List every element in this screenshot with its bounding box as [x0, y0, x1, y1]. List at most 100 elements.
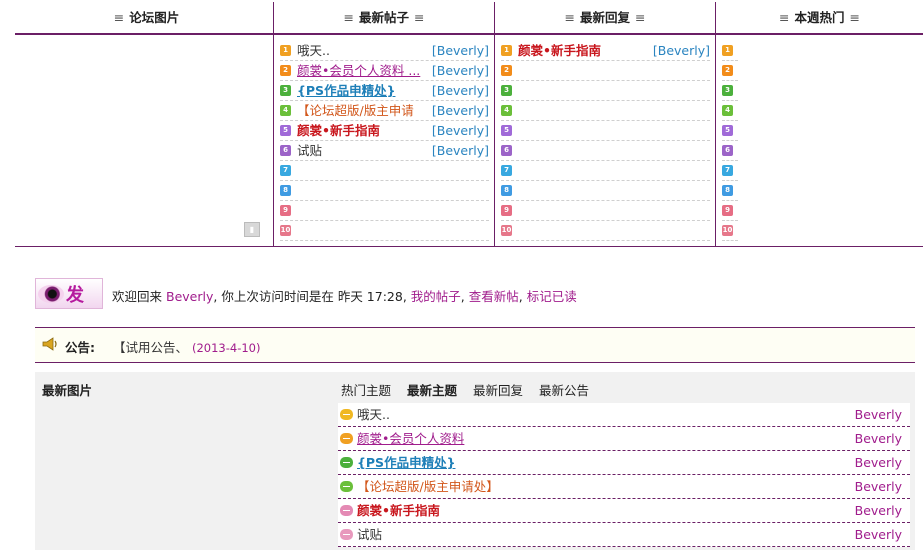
topic-author-link[interactable]: Beverly [855, 427, 902, 450]
list-item: 8 [280, 181, 489, 201]
list-item[interactable]: 3 {PS作品申精处} [Beverly] [280, 81, 489, 101]
list-icon: ≡ [564, 10, 575, 25]
header-weekly-hot[interactable]: ≡ 本週热门 ≡ [716, 0, 923, 33]
topic-author-link[interactable]: Beverly [855, 451, 902, 474]
list-item[interactable]: 1 颜裳•新手指南 [Beverly] [501, 41, 710, 61]
post-author-link[interactable]: [Beverly] [432, 141, 489, 160]
topic-title-link[interactable]: 试贴 [357, 523, 382, 546]
rank-number-icon: 4 [501, 105, 512, 116]
topic-row[interactable]: 颜裳•新手指南 Beverly [338, 499, 910, 523]
list-item: 10 [722, 221, 738, 241]
my-posts-link[interactable]: 我的帖子 [411, 289, 461, 304]
welcome-line: 欢迎回来 Beverly, 你上次访问时间是在 昨天 17:28, 我的帖子, … [112, 289, 577, 304]
list-item: 2 [722, 61, 738, 81]
tab-1[interactable]: 最新主题 [407, 380, 457, 399]
image-scroll-button[interactable]: ▮ [244, 222, 260, 237]
rank-number-icon: 6 [722, 145, 733, 156]
rank-number-icon: 2 [722, 65, 733, 76]
rank-number-icon: 10 [280, 225, 291, 236]
topic-bullet-icon [340, 481, 353, 492]
rank-number-icon: 10 [501, 225, 512, 236]
topic-author-link[interactable]: Beverly [855, 523, 902, 546]
rank-number-icon: 7 [501, 165, 512, 176]
topic-author-link[interactable]: Beverly [855, 499, 902, 522]
list-item[interactable]: 2 颜裳•会员个人资料 ... [Beverly] [280, 61, 489, 81]
list-item: 3 [722, 81, 738, 101]
header-label: 本週热门 [794, 10, 845, 25]
post-author-link[interactable]: [Beverly] [432, 61, 489, 80]
topic-row[interactable]: {PS作品申精处} Beverly [338, 451, 910, 475]
forum-board: ≡ 论坛图片 ≡ 最新帖子 ≡ ≡ 最新回复 ≡ ≡ 本週热门 ≡ ▮ 1 哦天.. [Bever… [15, 0, 923, 247]
list-item: 8 [722, 181, 738, 201]
mark-read-link[interactable]: 标记已读 [527, 289, 577, 304]
latest-images-title: 最新图片 [42, 383, 93, 398]
header-forum-images[interactable]: ≡ 论坛图片 [15, 0, 273, 33]
topic-row[interactable]: 颜裳•会员个人资料 Beverly [338, 427, 910, 451]
topic-bullet-icon [340, 529, 353, 540]
list-item[interactable]: 1 哦天.. [Beverly] [280, 41, 489, 61]
post-author-link[interactable]: [Beverly] [432, 41, 489, 60]
list-item[interactable]: 6 试贴 [Beverly] [280, 141, 489, 161]
tab-0[interactable]: 热门主题 [341, 380, 391, 399]
list-item: 10 [501, 221, 710, 241]
announcement-title: 【试用公告、 [113, 340, 189, 355]
topic-title-link[interactable]: {PS作品申精处} [357, 451, 455, 474]
rank-number-icon: 3 [722, 85, 733, 96]
post-title-link[interactable]: 试贴 [297, 141, 322, 160]
rank-number-icon: 10 [722, 225, 733, 236]
post-author-link[interactable]: [Beverly] [432, 101, 489, 120]
rank-number-icon: 6 [280, 145, 291, 156]
list-item: 2 [501, 61, 710, 81]
topic-bullet-icon [340, 505, 353, 516]
list-item: 7 [501, 161, 710, 181]
board-header-row: ≡ 论坛图片 ≡ 最新帖子 ≡ ≡ 最新回复 ≡ ≡ 本週热门 ≡ [15, 0, 923, 35]
list-item: 7 [722, 161, 738, 181]
list-icon: ≡ [414, 10, 425, 25]
list-item: 10 [280, 221, 489, 241]
topic-row[interactable]: 试贴 Beverly [338, 523, 910, 547]
rank-number-icon: 5 [280, 125, 291, 136]
post-title-link[interactable]: 颜裳•会员个人资料 ... [297, 61, 420, 80]
topic-title-link[interactable]: 【论坛超版/版主申请处】 [357, 475, 499, 498]
new-post-button[interactable]: 发帖 [35, 278, 103, 309]
post-title-link[interactable]: 【论坛超版/版主申请 [297, 101, 414, 120]
post-author-link[interactable]: [Beverly] [432, 81, 489, 100]
view-new-posts-link[interactable]: 查看新帖 [469, 289, 519, 304]
post-title-link[interactable]: 颜裳•新手指南 [297, 121, 380, 140]
rank-number-icon: 1 [722, 45, 733, 56]
topic-title-link[interactable]: 哦天.. [357, 403, 390, 426]
post-title-link[interactable]: 哦天.. [297, 41, 330, 60]
post-title-link[interactable]: {PS作品申精处} [297, 81, 395, 100]
header-latest-posts[interactable]: ≡ 最新帖子 ≡ [274, 0, 494, 33]
topic-title-link[interactable]: 颜裳•会员个人资料 [357, 427, 464, 450]
list-item: 8 [501, 181, 710, 201]
header-latest-replies[interactable]: ≡ 最新回复 ≡ [495, 0, 715, 33]
rank-number-icon: 4 [280, 105, 291, 116]
list-icon: ≡ [779, 10, 790, 25]
topic-row[interactable]: 哦天.. Beverly [338, 403, 910, 427]
list-item[interactable]: 5 颜裳•新手指南 [Beverly] [280, 121, 489, 141]
column-divider [494, 2, 495, 246]
latest-images-panel: 最新图片 [35, 372, 335, 550]
tab-3[interactable]: 最新公告 [539, 380, 589, 399]
tab-2[interactable]: 最新回复 [473, 380, 523, 399]
header-label: 最新回复 [579, 10, 630, 25]
post-author-link[interactable]: [Beverly] [653, 41, 710, 60]
post-title-link[interactable]: 颜裳•新手指南 [518, 41, 601, 60]
latest-replies-list: 1 颜裳•新手指南 [Beverly] 2 3 4 5 6 7 8 9 10 [501, 41, 710, 241]
topic-row[interactable]: 【论坛超版/版主申请处】 Beverly [338, 475, 910, 499]
rank-number-icon: 2 [280, 65, 291, 76]
post-author-link[interactable]: [Beverly] [432, 121, 489, 140]
announcement-item[interactable]: 【试用公告、 (2013-4-10) [113, 337, 261, 356]
list-item[interactable]: 4 【论坛超版/版主申请 [Beverly] [280, 101, 489, 121]
rank-number-icon: 3 [280, 85, 291, 96]
username-link[interactable]: Beverly [166, 289, 213, 304]
topics-list: 哦天.. Beverly 颜裳•会员个人资料 Beverly {PS作品申精处} Beve… [338, 403, 910, 547]
rank-number-icon: 5 [722, 125, 733, 136]
announcement-bar: 公告: 【试用公告、 (2013-4-10) [35, 327, 915, 363]
topic-title-link[interactable]: 颜裳•新手指南 [357, 499, 440, 522]
topic-author-link[interactable]: Beverly [855, 475, 902, 498]
welcome-middle: , 你上次访问时间是在 [213, 289, 334, 304]
topic-author-link[interactable]: Beverly [855, 403, 902, 426]
new-post-label: 发帖 [66, 285, 85, 306]
